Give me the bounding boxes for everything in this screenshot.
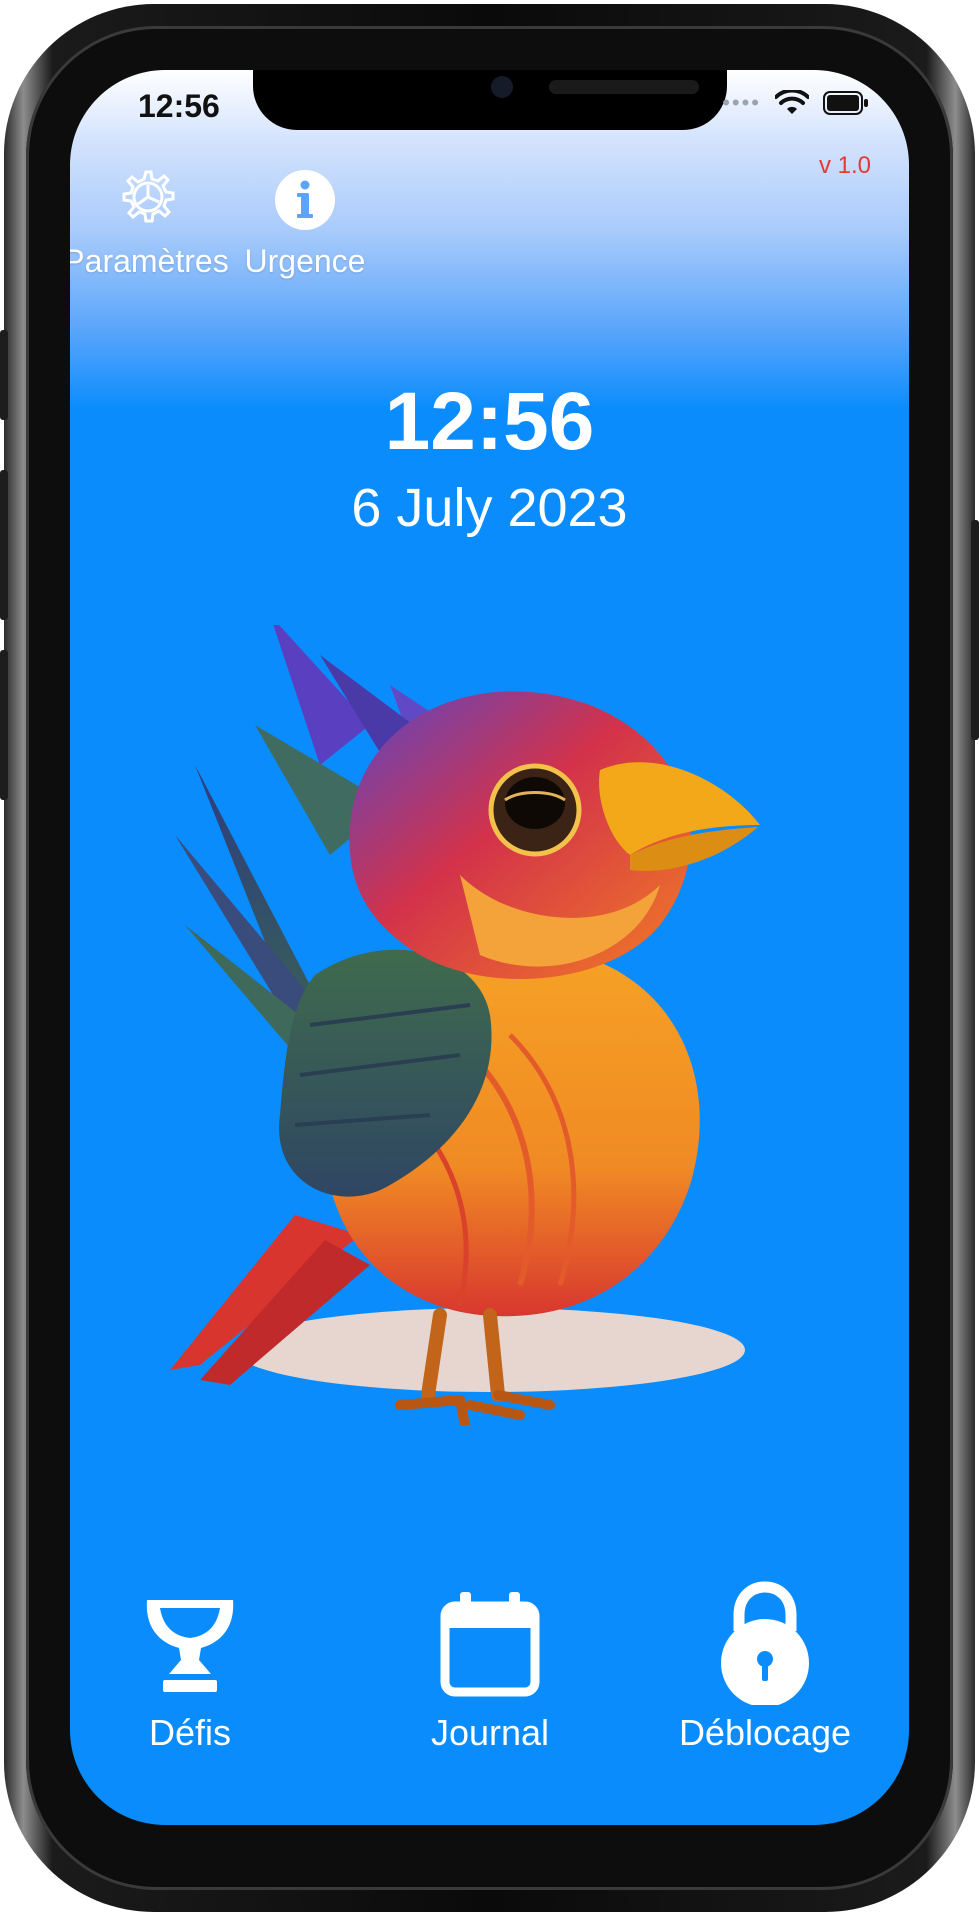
side-button <box>0 330 8 420</box>
challenges-button[interactable]: Défis <box>70 1588 310 1754</box>
emergency-button[interactable]: Urgence <box>215 168 395 280</box>
settings-button[interactable]: Paramètres <box>70 168 236 280</box>
volume-down-button <box>0 650 8 800</box>
clock-time: 12:56 <box>384 376 595 467</box>
clock-date: 6 July 2023 <box>351 478 628 538</box>
unlock-label: Déblocage <box>678 1712 852 1753</box>
status-icons: •••• <box>722 90 869 116</box>
journal-label: Journal <box>430 1712 550 1753</box>
power-button <box>971 520 979 740</box>
journal-button[interactable]: Journal <box>370 1588 610 1754</box>
notch <box>253 70 727 130</box>
speaker <box>549 80 699 94</box>
calendar-icon <box>440 1592 540 1697</box>
cellular-dots-icon: •••• <box>722 90 761 115</box>
wifi-icon <box>775 90 809 114</box>
status-time: 12:56 <box>138 88 220 124</box>
version-label: v 1.0 <box>818 152 871 179</box>
info-icon <box>275 170 335 230</box>
challenges-label: Défis <box>148 1712 232 1753</box>
bird-illustration <box>170 625 760 1425</box>
lock-icon <box>721 1581 809 1705</box>
unlock-button[interactable]: Déblocage <box>645 1581 885 1754</box>
emergency-label: Urgence <box>244 243 366 279</box>
battery-icon <box>823 91 868 115</box>
settings-label: Paramètres <box>70 243 229 279</box>
gear-icon <box>122 170 175 223</box>
volume-up-button <box>0 470 8 620</box>
screen: 12:56 •••• v 1.0 Paramètres Urgence 12:5… <box>70 70 909 1825</box>
trophy-icon <box>146 1600 234 1692</box>
camera <box>491 76 513 98</box>
